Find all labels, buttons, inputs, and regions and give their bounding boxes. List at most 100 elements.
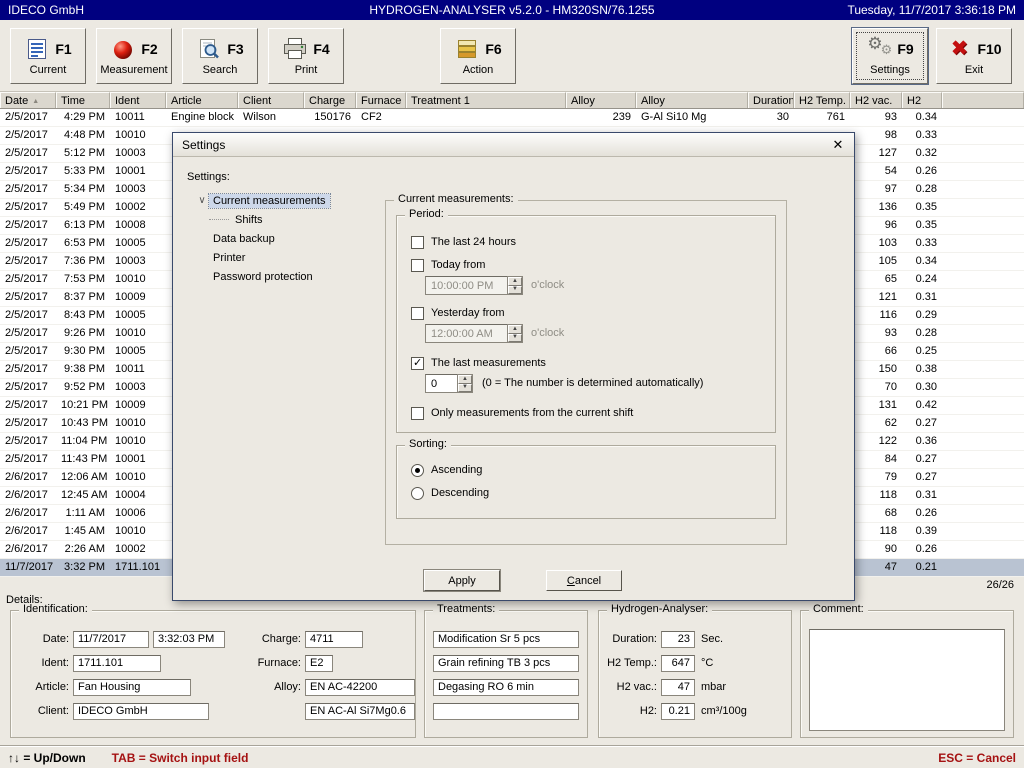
spin-up-icon[interactable]: ▲: [458, 375, 472, 384]
column-header-client[interactable]: Client: [238, 92, 304, 108]
column-header-article[interactable]: Article: [166, 92, 238, 108]
furnace-field[interactable]: E2: [305, 655, 333, 672]
tree-item-password-protection[interactable]: Password protection: [195, 267, 375, 286]
treatment-field[interactable]: Degasing RO 6 min: [433, 679, 579, 696]
toolbar-button-settings[interactable]: ⚙⚙F9Settings: [852, 28, 928, 84]
toolbar-button-action[interactable]: F6Action: [440, 28, 516, 84]
table-cell: 136: [850, 199, 902, 216]
yesterday-time-spinner[interactable]: 12:00:00 AM ▲▼: [425, 324, 523, 343]
column-header-date[interactable]: Date▲: [0, 92, 56, 108]
spin-up-icon[interactable]: ▲: [508, 277, 522, 286]
apply-button[interactable]: Apply: [424, 570, 500, 591]
table-cell: CF2: [356, 109, 406, 126]
table-cell: 4:48 PM: [56, 127, 110, 144]
analyser-value-field[interactable]: 47: [661, 679, 695, 696]
treatment-field[interactable]: [433, 703, 579, 720]
oclock-label: o'clock: [531, 327, 564, 339]
column-header-treatment-1[interactable]: Treatment 1: [406, 92, 566, 108]
table-cell: 10010: [110, 325, 166, 342]
client-field[interactable]: IDECO GmbH: [73, 703, 209, 720]
column-header-filler: [942, 92, 1024, 108]
toolbar-button-label: Exit: [965, 64, 983, 76]
time-field[interactable]: 3:32:03 PM: [153, 631, 225, 648]
cancel-button[interactable]: Cancel: [546, 570, 622, 591]
ident-field[interactable]: 1711.101: [73, 655, 161, 672]
exit-icon: ✖: [946, 37, 972, 61]
treatment-field[interactable]: Grain refining TB 3 pcs: [433, 655, 579, 672]
today-time-spinner[interactable]: 10:00:00 PM ▲▼: [425, 276, 523, 295]
table-cell: 10008: [110, 217, 166, 234]
settings-tree: ∨Current measurementsShiftsData backupPr…: [195, 191, 375, 491]
analyser-value-field[interactable]: 647: [661, 655, 695, 672]
table-cell: 10010: [110, 127, 166, 144]
comment-textarea[interactable]: [809, 629, 1005, 731]
checkbox-label: Yesterday from: [431, 307, 505, 319]
toolbar-button-print[interactable]: F4Print: [268, 28, 344, 84]
column-header-alloy[interactable]: Alloy: [636, 92, 748, 108]
checkbox-label: Today from: [431, 259, 485, 271]
radio-ascending[interactable]: Ascending: [411, 462, 482, 478]
alloy2-field[interactable]: EN AC-Al Si7Mg0.6: [305, 703, 415, 720]
table-cell: 0.34: [902, 109, 942, 126]
tree-item-current-measurements[interactable]: ∨Current measurements: [195, 191, 375, 210]
checkbox-yesterday-from[interactable]: Yesterday from: [411, 305, 505, 321]
column-header-duration[interactable]: Duration: [748, 92, 794, 108]
table-cell: 0.34: [902, 253, 942, 270]
last-measurements-count-spinner[interactable]: 0 ▲▼: [425, 374, 473, 393]
table-cell: 96: [850, 217, 902, 234]
checkbox-today-from[interactable]: Today from: [411, 257, 485, 273]
spin-down-icon[interactable]: ▼: [508, 286, 522, 295]
tree-item-shifts[interactable]: Shifts: [195, 210, 375, 229]
column-header-h2-temp-[interactable]: H2 Temp.: [794, 92, 850, 108]
column-header-furnace[interactable]: Furnace: [356, 92, 406, 108]
column-header-h2[interactable]: H2: [902, 92, 942, 108]
toolbar-button-measurement[interactable]: F2Measurement: [96, 28, 172, 84]
treatment-field[interactable]: Modification Sr 5 pcs: [433, 631, 579, 648]
column-header-ident[interactable]: Ident: [110, 92, 166, 108]
column-header-alloy[interactable]: Alloy: [566, 92, 636, 108]
table-cell: 0.27: [902, 415, 942, 432]
radio-descending[interactable]: Descending: [411, 485, 489, 501]
table-cell: 90: [850, 541, 902, 558]
checkbox-last-24-hours[interactable]: The last 24 hours: [411, 234, 516, 250]
checkbox-last-measurements[interactable]: The last measurements: [411, 355, 546, 371]
checkbox-current-shift-only[interactable]: Only measurements from the current shift: [411, 405, 633, 421]
table-cell: 10009: [110, 289, 166, 306]
table-cell: 10003: [110, 379, 166, 396]
table-cell: 10006: [110, 505, 166, 522]
spin-up-icon[interactable]: ▲: [508, 325, 522, 334]
chevron-down-icon[interactable]: ∨: [195, 195, 209, 206]
date-field[interactable]: 11/7/2017: [73, 631, 149, 648]
checkbox-icon: [411, 307, 424, 320]
tree-item-printer[interactable]: Printer: [195, 248, 375, 267]
toolbar-button-current[interactable]: F1Current: [10, 28, 86, 84]
column-header-h2-vac-[interactable]: H2 vac.: [850, 92, 902, 108]
close-icon[interactable]: ✕: [829, 136, 847, 154]
table-cell: 98: [850, 127, 902, 144]
toolbar-button-search[interactable]: F3Search: [182, 28, 258, 84]
analyser-value-field[interactable]: 23: [661, 631, 695, 648]
analyser-value-field[interactable]: 0.21: [661, 703, 695, 720]
column-header-time[interactable]: Time: [56, 92, 110, 108]
table-cell: 5:12 PM: [56, 145, 110, 162]
charge-field[interactable]: 4711: [305, 631, 363, 648]
alloy-field[interactable]: EN AC-42200: [305, 679, 415, 696]
spin-down-icon[interactable]: ▼: [508, 334, 522, 343]
toolbar-button-exit[interactable]: ✖F10Exit: [936, 28, 1012, 84]
column-header-charge[interactable]: Charge: [304, 92, 356, 108]
count-value: 0: [425, 374, 457, 393]
article-field[interactable]: Fan Housing: [73, 679, 191, 696]
table-cell: 0.28: [902, 181, 942, 198]
tree-item-data-backup[interactable]: Data backup: [195, 229, 375, 248]
table-cell: 150176: [304, 109, 356, 126]
table-cell: 0.42: [902, 397, 942, 414]
table-row[interactable]: 2/5/20174:29 PM10011Engine blockWilson15…: [0, 109, 1024, 127]
tree-item-label: Current measurements: [209, 194, 330, 208]
status-tab-hint: TAB = Switch input field: [112, 751, 249, 765]
table-cell: 12:45 AM: [56, 487, 110, 504]
table-cell: 2/5/2017: [0, 235, 56, 252]
dialog-titlebar[interactable]: Settings ✕: [173, 133, 854, 157]
table-cell: 121: [850, 289, 902, 306]
table-cell: 8:37 PM: [56, 289, 110, 306]
spin-down-icon[interactable]: ▼: [458, 384, 472, 393]
